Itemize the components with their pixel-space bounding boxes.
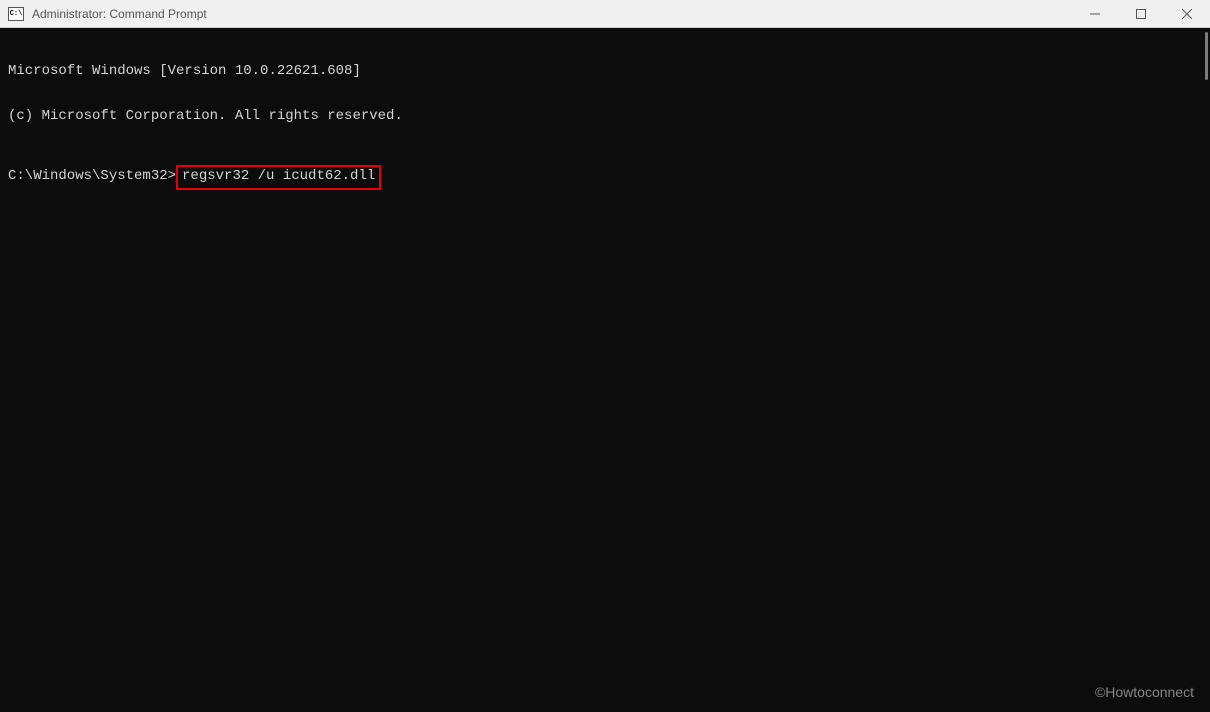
maximize-button[interactable] bbox=[1118, 0, 1164, 28]
terminal-output-line: (c) Microsoft Corporation. All rights re… bbox=[8, 109, 1202, 124]
cmd-icon: C:\ bbox=[8, 7, 24, 21]
close-button[interactable] bbox=[1164, 0, 1210, 28]
command-highlight: regsvr32 /u icudt62.dll bbox=[176, 165, 381, 190]
watermark: ©Howtoconnect bbox=[1095, 684, 1194, 700]
terminal-area[interactable]: Microsoft Windows [Version 10.0.22621.60… bbox=[0, 28, 1210, 712]
terminal-prompt: C:\Windows\System32> bbox=[8, 169, 176, 186]
terminal-output-line: Microsoft Windows [Version 10.0.22621.60… bbox=[8, 64, 1202, 79]
cmd-icon-label: C:\ bbox=[10, 10, 23, 18]
terminal-command: regsvr32 /u icudt62.dll bbox=[182, 168, 375, 184]
titlebar: C:\ Administrator: Command Prompt bbox=[0, 0, 1210, 28]
minimize-button[interactable] bbox=[1072, 0, 1118, 28]
scrollbar-thumb[interactable] bbox=[1205, 32, 1208, 80]
window-controls bbox=[1072, 0, 1210, 27]
window-title: Administrator: Command Prompt bbox=[32, 7, 1072, 21]
